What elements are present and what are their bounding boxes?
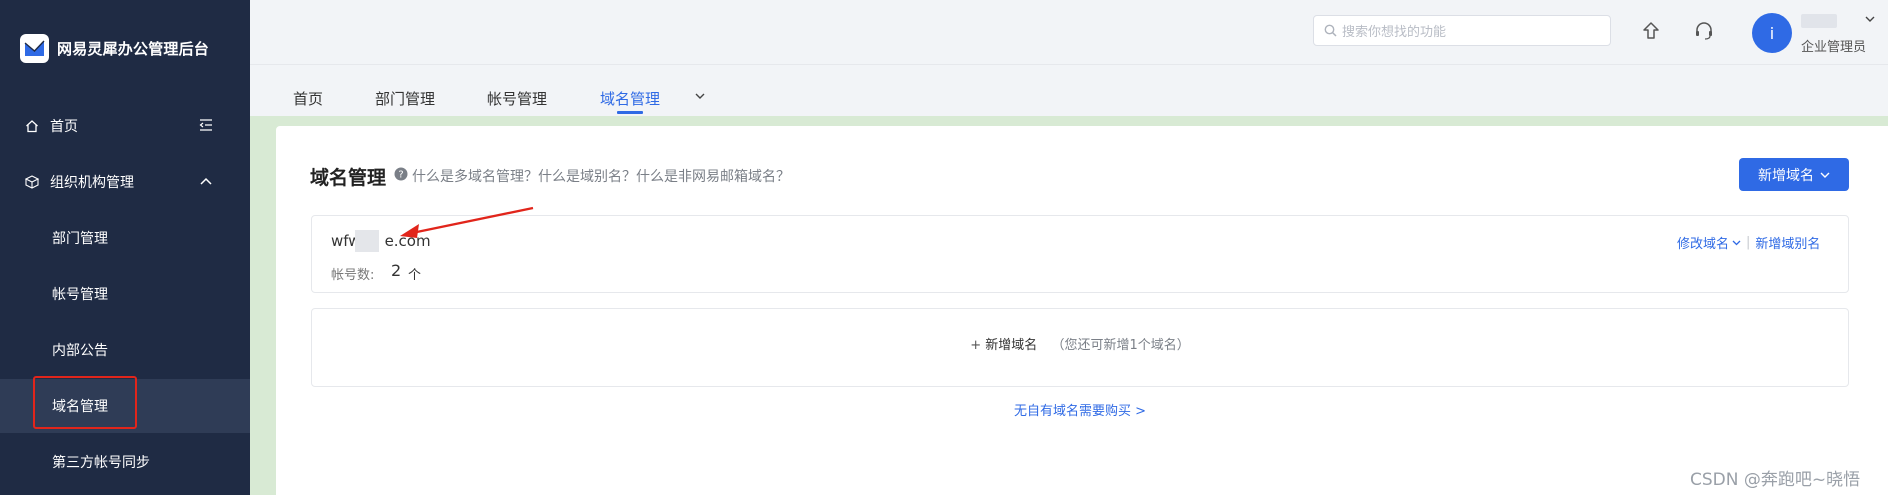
redaction-patch	[355, 230, 379, 252]
cube-icon	[24, 174, 40, 190]
logo-icon	[20, 33, 49, 63]
divider: |	[1746, 235, 1751, 250]
plus-icon: +	[970, 338, 982, 353]
chevron-down-icon[interactable]	[1732, 240, 1741, 246]
sidebar-item-accounts[interactable]: 帐号管理	[0, 267, 250, 321]
chevron-down-icon[interactable]	[1865, 16, 1875, 22]
buy-domain-link-label[interactable]: 无自有域名需要购买 >	[1014, 404, 1146, 419]
account-count-unit: 个	[408, 268, 422, 283]
tab-domains[interactable]: 域名管理	[600, 88, 660, 109]
add-domain-button[interactable]: 新增域名	[1739, 158, 1849, 191]
page-title: 域名管理	[310, 167, 387, 189]
avatar-letter: i	[1769, 23, 1775, 43]
add-alias-link[interactable]: 新增域别名	[1755, 233, 1820, 252]
add-domain-note: （您还可新增1个域名）	[1051, 338, 1190, 353]
watermark: CSDN @奔跑吧~晓悟	[1690, 470, 1861, 490]
sidebar-item-home[interactable]: 首页	[0, 99, 250, 153]
annotation-arrow	[400, 206, 534, 238]
domain-card-actions: 修改域名 | 新增域别名	[1677, 233, 1820, 252]
sidebar-item-label: 首页	[50, 119, 78, 135]
tab-departments[interactable]: 部门管理	[375, 88, 435, 109]
upload-icon[interactable]	[1639, 19, 1663, 43]
search-icon	[1324, 24, 1337, 37]
sidebar-item-departments[interactable]: 部门管理	[0, 211, 250, 265]
collapse-menu-icon[interactable]	[198, 117, 214, 133]
sidebar-item-label: 组织机构管理	[50, 175, 134, 191]
add-domain-button-label: 新增域名	[1758, 167, 1814, 184]
chevron-down-icon	[1820, 172, 1830, 178]
avatar[interactable]: i	[1752, 13, 1792, 53]
sidebar-item-label: 第三方帐号同步	[52, 455, 150, 471]
buy-domain-link[interactable]: 无自有域名需要购买 >	[0, 400, 1888, 419]
tab-accounts[interactable]: 帐号管理	[487, 88, 547, 109]
help-link[interactable]: 什么是多域名管理？什么是域别名？什么是非网易邮箱域名？	[412, 166, 790, 186]
home-icon	[24, 118, 40, 134]
headset-icon[interactable]	[1692, 19, 1716, 43]
svg-text:?: ?	[398, 170, 403, 181]
active-tab-indicator	[617, 111, 643, 114]
sidebar-item-org[interactable]: 组织机构管理	[0, 155, 250, 209]
search-placeholder: 搜索你想找的功能	[1342, 25, 1447, 40]
sidebar-item-third-party-sync[interactable]: 第三方帐号同步	[0, 435, 250, 489]
user-name-redacted	[1801, 14, 1837, 28]
modify-domain-link[interactable]: 修改域名	[1677, 233, 1729, 252]
add-domain-line: + 新增域名 （您还可新增1个域名）	[0, 334, 1888, 353]
logo[interactable]: 网易灵犀办公管理后台	[20, 33, 209, 63]
chevron-up-icon	[198, 173, 214, 189]
account-count: 2	[391, 261, 402, 280]
add-domain-link[interactable]: 新增域名	[985, 338, 1037, 353]
sidebar-item-label: 帐号管理	[52, 287, 108, 303]
user-role: 企业管理员	[1801, 40, 1867, 55]
app-title: 网易灵犀办公管理后台	[57, 39, 210, 58]
sidebar-item-label: 部门管理	[52, 231, 108, 247]
help-icon: ?	[394, 167, 408, 181]
account-count-label: 帐号数:	[331, 268, 375, 283]
chevron-down-icon[interactable]	[695, 93, 705, 99]
sidebar: 网易灵犀办公管理后台 首页 组织机构管理 部门管理 帐号管理 内部公告 域名管理…	[0, 0, 250, 495]
tab-home[interactable]: 首页	[293, 88, 323, 109]
search-input[interactable]: 搜索你想找的功能	[1313, 15, 1611, 46]
